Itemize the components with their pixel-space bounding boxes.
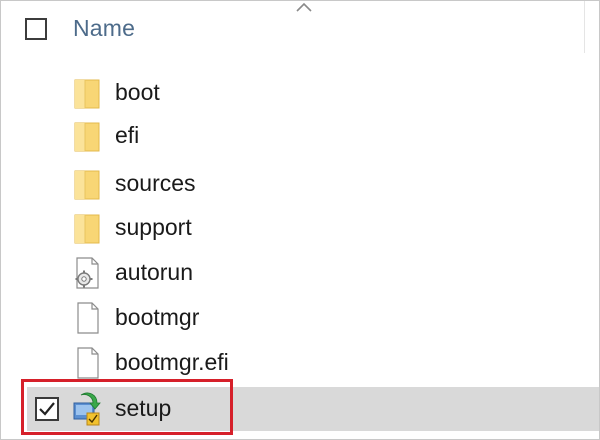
blank-file-icon (77, 302, 99, 334)
file-name: autorun (115, 259, 194, 285)
file-name: bootmgr (115, 304, 200, 330)
list-item[interactable]: sources (27, 162, 599, 206)
file-name: support (115, 214, 192, 240)
file-list: boot efi sources support autorun bootmgr… (1, 1, 599, 439)
list-item[interactable]: autorun (27, 251, 599, 295)
file-explorer-list: Name boot efi sources support autorun bo… (0, 0, 600, 440)
folder-icon (74, 122, 100, 152)
blank-file-icon (77, 347, 99, 379)
folder-icon (74, 214, 100, 244)
folder-icon (74, 79, 100, 109)
list-item[interactable]: boot (27, 71, 599, 115)
list-item[interactable]: support (27, 206, 599, 250)
list-item[interactable]: bootmgr (27, 296, 599, 340)
folder-icon (74, 170, 100, 200)
file-name: bootmgr.efi (115, 349, 229, 375)
settings-file-icon (75, 257, 99, 289)
file-name: boot (115, 79, 160, 105)
highlight-annotation (21, 379, 233, 435)
file-name: sources (115, 170, 196, 196)
list-item[interactable]: efi (27, 114, 599, 158)
file-name: efi (115, 122, 140, 148)
